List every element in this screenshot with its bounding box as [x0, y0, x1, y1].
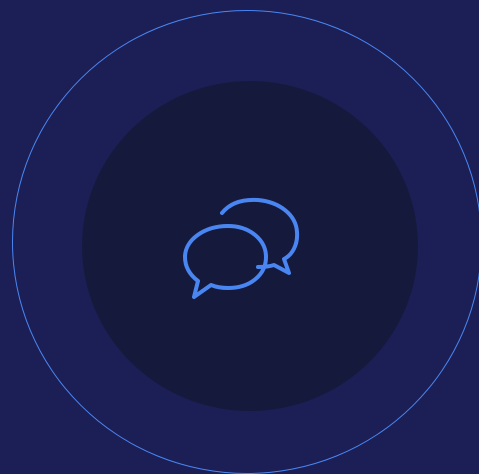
- chat-illustration: [0, 0, 479, 474]
- front-bubble: [183, 224, 268, 299]
- chat-bubbles-icon: [180, 195, 304, 305]
